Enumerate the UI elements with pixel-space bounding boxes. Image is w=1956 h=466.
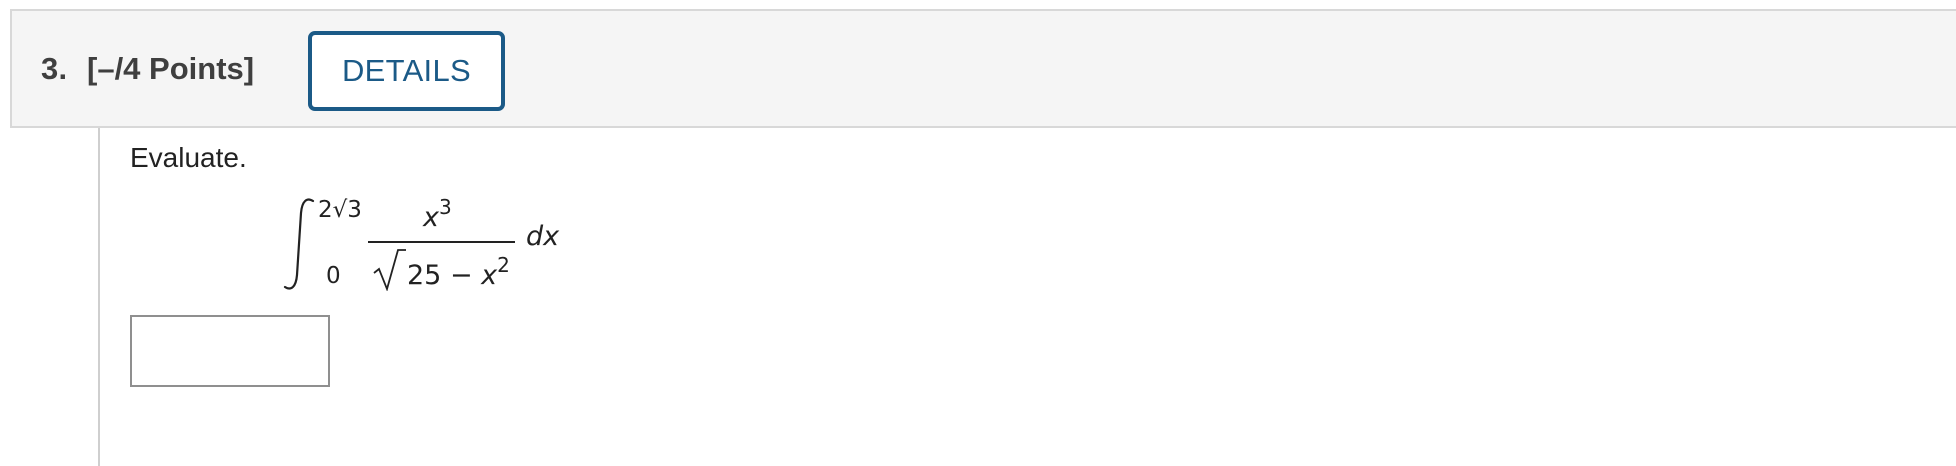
question-points: [–/4 Points]	[87, 51, 255, 86]
fraction-bar	[368, 241, 515, 243]
question-prompt: Evaluate.	[130, 142, 247, 173]
details-button[interactable]: DETAILS	[308, 31, 505, 111]
differential: dx	[526, 221, 560, 252]
upper-limit: 2√3	[318, 197, 362, 223]
question-number: 3.	[41, 51, 68, 86]
numerator-exponent: 3	[438, 195, 452, 219]
denominator-variable: x	[481, 260, 498, 291]
integral-sign-icon	[283, 198, 315, 290]
denominator-constant: 25 −	[407, 260, 482, 291]
lower-limit: 0	[326, 263, 341, 289]
numerator: x3	[423, 195, 452, 233]
question-page: 3. [–/4 Points] DETAILS Evaluate. 2√3 0 …	[0, 0, 1956, 466]
denominator: 25 − x2	[407, 253, 510, 291]
integral-expression: 2√3 0 x3 25 − x2 dx	[283, 195, 583, 305]
question-body: Evaluate. 2√3 0 x3 25 − x2 dx	[98, 128, 1956, 466]
denominator-exponent: 2	[497, 253, 510, 277]
numerator-variable: x	[423, 202, 439, 233]
square-root-icon	[373, 249, 406, 291]
question-header: 3. [–/4 Points] DETAILS	[10, 9, 1956, 128]
answer-input[interactable]	[130, 315, 330, 387]
